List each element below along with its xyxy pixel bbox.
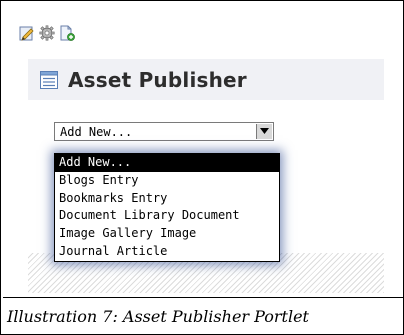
figure-caption: Illustration 7: Asset Publisher Portlet (3, 297, 403, 334)
option-add-new[interactable]: Add New... (55, 154, 279, 172)
dropdown-arrow-button[interactable] (256, 124, 272, 139)
portlet-title: Asset Publisher (68, 67, 247, 92)
portlet-toolbar (19, 24, 75, 42)
option-journal-article[interactable]: Journal Article (55, 243, 279, 261)
chevron-down-icon (260, 128, 269, 134)
portlet-title-bar: Asset Publisher (28, 59, 384, 100)
list-icon (40, 70, 58, 89)
option-bookmarks-entry[interactable]: Bookmarks Entry (55, 190, 279, 208)
option-document-library-document[interactable]: Document Library Document (55, 207, 279, 225)
edit-icon[interactable] (19, 25, 35, 41)
add-new-select[interactable]: Add New... (54, 122, 274, 141)
option-blogs-entry[interactable]: Blogs Entry (55, 172, 279, 190)
gear-icon[interactable] (39, 25, 55, 41)
screenshot-area: Asset Publisher Add New... Add New... Bl… (6, 5, 398, 296)
select-value: Add New... (60, 125, 133, 139)
figure-frame: Asset Publisher Add New... Add New... Bl… (0, 0, 404, 335)
select-dropdown-list: Add New... Blogs Entry Bookmarks Entry D… (54, 153, 280, 262)
option-image-gallery-image[interactable]: Image Gallery Image (55, 225, 279, 243)
add-document-icon[interactable] (59, 25, 75, 41)
